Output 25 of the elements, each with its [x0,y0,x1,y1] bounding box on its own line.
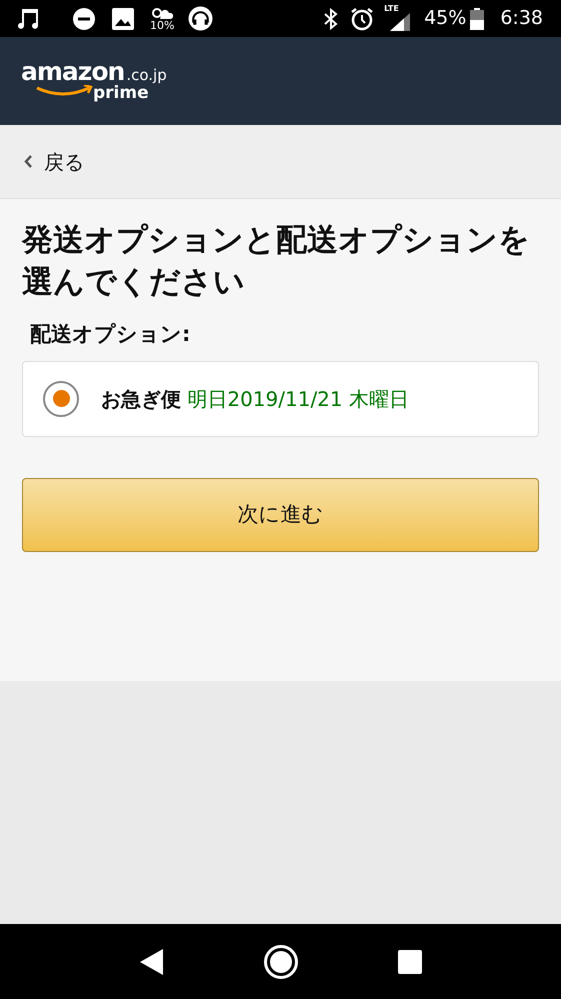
alarm-icon [350,6,374,30]
bluetooth-icon [322,6,340,30]
network-type-text: LTE [384,4,399,12]
back-link[interactable]: 戻る [0,125,561,199]
image-icon [112,8,134,30]
section-label: 配送オプション: [30,321,192,348]
radio-button[interactable] [43,380,79,416]
delivery-option[interactable]: お急ぎ便 明日2019/11/21 木曜日 [22,360,539,436]
headset-icon [188,6,214,31]
music-note-icon [18,6,40,30]
clock-time: 6:38 [500,6,543,32]
weather-text: 10% [150,20,174,30]
do-not-disturb-icon [72,6,96,30]
page-title: 発送オプションと配送オプションを選んでください [22,221,531,302]
battery-percent: 45% [424,6,466,32]
back-nav-icon[interactable] [139,948,166,976]
amazon-prime-logo: amazon.co.jp prime [21,59,168,103]
continue-button[interactable]: 次に進む [22,478,539,552]
weather-icon [150,6,174,20]
battery-icon [470,8,484,30]
signal-icon [390,12,410,30]
home-nav-icon[interactable] [263,944,300,980]
option-label: お急ぎ便 明日2019/11/21 木曜日 [101,386,409,412]
chevron-left-icon [24,155,32,168]
recents-nav-icon[interactable] [398,950,422,974]
